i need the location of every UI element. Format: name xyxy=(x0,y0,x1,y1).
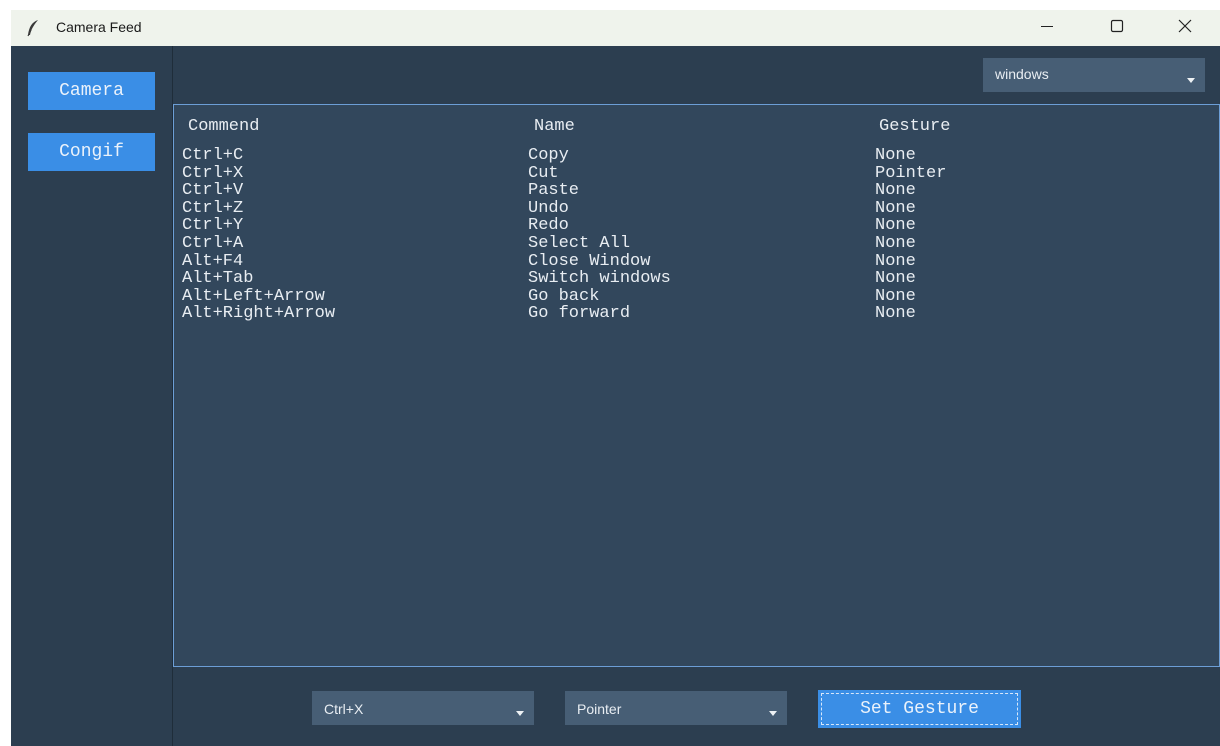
app-window: Camera Feed Camera Congif windows Commen… xyxy=(11,10,1220,746)
name-cell: Cut xyxy=(528,163,559,183)
list-item[interactable]: Alt+F4 Close Window None xyxy=(174,251,1219,271)
command-cell: Alt+Right+Arrow xyxy=(182,304,336,324)
name-cell: Paste xyxy=(528,181,580,201)
command-cell: Alt+Tab xyxy=(182,269,254,289)
list-item[interactable]: Ctrl+V Paste None xyxy=(174,182,1219,200)
command-dropdown[interactable]: Ctrl+X xyxy=(312,691,534,725)
list-item[interactable]: Alt+Right+Arrow Go forward None xyxy=(174,305,1219,323)
close-icon xyxy=(1178,19,1192,38)
chevron-down-icon xyxy=(1187,78,1195,83)
command-cell: Ctrl+Y xyxy=(182,216,244,236)
list-item[interactable]: Alt+Left+Arrow Go back None xyxy=(174,288,1219,306)
column-header-name: Name xyxy=(534,117,575,136)
gesture-dropdown[interactable]: Pointer xyxy=(565,691,787,725)
name-cell: Close Window xyxy=(528,251,651,271)
list-item[interactable]: Ctrl+Y Redo None xyxy=(174,217,1219,235)
name-cell: Redo xyxy=(528,216,569,236)
chevron-down-icon xyxy=(769,711,777,716)
column-header-command: Commend xyxy=(188,117,260,136)
minimize-icon xyxy=(1040,19,1054,38)
command-cell: Ctrl+V xyxy=(182,181,244,201)
list-item[interactable]: Ctrl+A Select All None xyxy=(174,235,1219,253)
command-cell: Ctrl+Z xyxy=(182,198,244,218)
window-title: Camera Feed xyxy=(56,19,142,35)
gesture-cell: None xyxy=(875,198,916,218)
list-item[interactable]: Alt+Tab Switch windows None xyxy=(174,270,1219,288)
command-cell: Ctrl+X xyxy=(182,163,244,183)
command-cell: Ctrl+A xyxy=(182,233,244,253)
shortcut-list[interactable]: Commend Name Gesture Ctrl+C Copy None Ct… xyxy=(173,104,1220,667)
gesture-cell: None xyxy=(875,304,916,324)
list-item[interactable]: Ctrl+Z Undo None xyxy=(174,200,1219,218)
os-dropdown-value: windows xyxy=(995,66,1049,82)
maximize-button[interactable] xyxy=(1094,10,1140,46)
title-bar[interactable]: Camera Feed xyxy=(11,10,1220,46)
set-gesture-button[interactable]: Set Gesture xyxy=(818,690,1021,728)
name-cell: Select All xyxy=(528,233,631,253)
close-button[interactable] xyxy=(1162,10,1208,46)
gesture-cell: None xyxy=(875,146,916,165)
gesture-cell: None xyxy=(875,233,916,253)
camera-button[interactable]: Camera xyxy=(28,72,155,110)
name-cell: Go back xyxy=(528,286,600,306)
gesture-cell: None xyxy=(875,269,916,289)
name-cell: Copy xyxy=(528,146,569,165)
name-cell: Undo xyxy=(528,198,569,218)
column-header-gesture: Gesture xyxy=(879,117,951,136)
shortcut-rows: Ctrl+C Copy None Ctrl+X Cut Pointer Ctrl… xyxy=(174,147,1219,323)
maximize-icon xyxy=(1110,19,1124,38)
gesture-cell: Pointer xyxy=(875,163,947,183)
name-cell: Switch windows xyxy=(528,269,671,289)
minimize-button[interactable] xyxy=(1024,10,1070,46)
gesture-dropdown-value: Pointer xyxy=(577,701,622,717)
gesture-cell: None xyxy=(875,286,916,306)
sidebar: Camera Congif xyxy=(11,46,173,746)
command-cell: Ctrl+C xyxy=(182,146,244,165)
command-dropdown-value: Ctrl+X xyxy=(324,701,364,717)
name-cell: Go forward xyxy=(528,304,631,324)
feather-icon xyxy=(26,19,40,37)
command-cell: Alt+F4 xyxy=(182,251,244,271)
list-item[interactable]: Ctrl+C Copy None xyxy=(174,147,1219,165)
gesture-cell: None xyxy=(875,216,916,236)
list-item[interactable]: Ctrl+X Cut Pointer xyxy=(174,163,1219,183)
chevron-down-icon xyxy=(516,711,524,716)
command-cell: Alt+Left+Arrow xyxy=(182,286,325,306)
config-button[interactable]: Congif xyxy=(28,133,155,171)
os-dropdown[interactable]: windows xyxy=(983,58,1205,92)
gesture-cell: None xyxy=(875,181,916,201)
gesture-cell: None xyxy=(875,251,916,271)
